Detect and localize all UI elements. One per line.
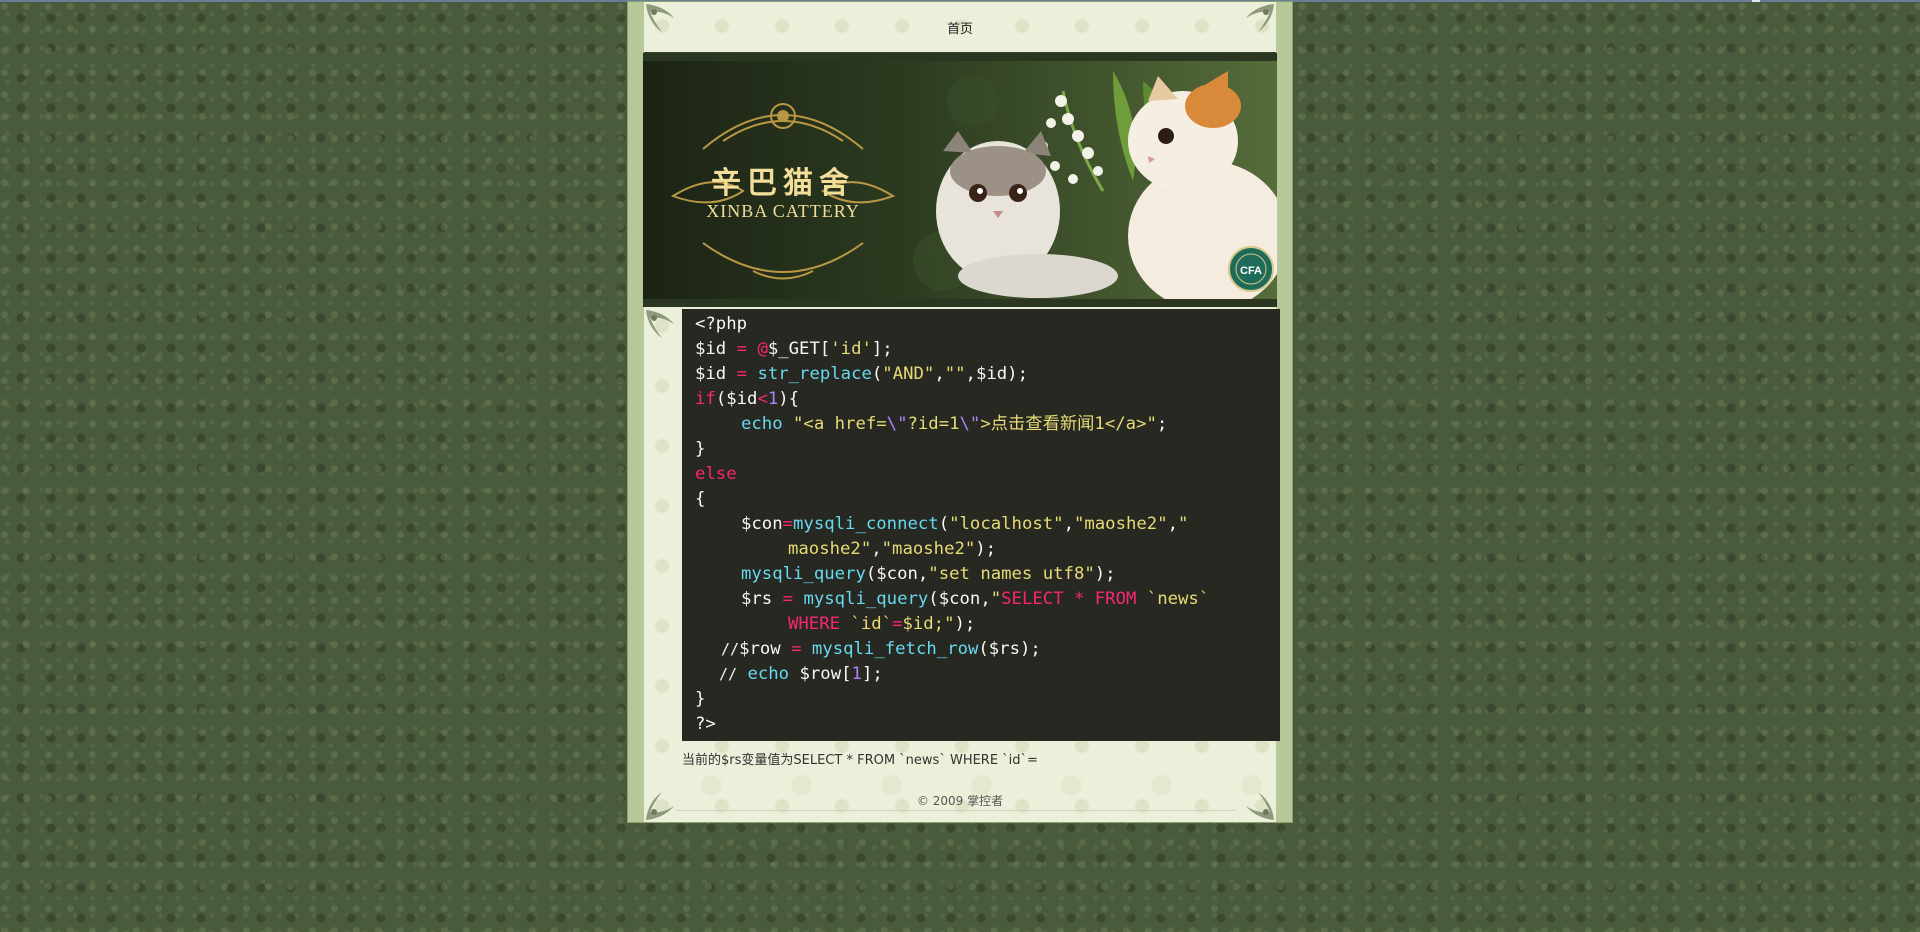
banner-title-en: XINBA CATTERY [706,201,860,221]
code-line: ?> [695,714,716,734]
code-line: if($id<1){ [695,389,800,409]
code-line: WHERE `id`=$id;"); [788,614,976,634]
code-line: else [695,464,737,484]
code-line: { [695,489,706,509]
code-line: $rs = mysqli_query($con,"SELECT * FROM `… [741,589,1210,609]
code-line: maoshe2","maoshe2"); [788,539,997,559]
cattery-banner: CFA 辛巴猫舍 XINBA CATTERY [643,53,1277,307]
code-line: } [695,439,706,459]
footer-divider [676,810,1236,811]
code-line: $id = @$_GET['id']; [695,339,893,359]
code-line: } [695,689,706,709]
code-line: // echo $row[1]; [719,664,883,684]
footer-copyright: © 2009 掌控者 [916,794,1004,808]
code-line: $id = str_replace("AND","",$id); [695,364,1028,384]
cfa-badge-label: CFA [1240,265,1262,277]
php-source-code-block: <?php $id = @$_GET['id']; $id = str_repl… [682,309,1280,741]
top-nav: 首页 [644,2,1276,52]
code-line: mysqli_query($con,"set names utf8"); [741,564,1116,584]
corner-ornament-icon [644,308,678,342]
nav-home-link[interactable]: 首页 [947,18,973,37]
code-line: //$row = mysqli_fetch_row($rs); [721,639,1041,659]
cfa-badge-icon: CFA [1228,246,1274,292]
banner-title-cn: 辛巴猫舍 [711,166,855,201]
code-line: echo "<a href=\"?id=1\">点击查看新闻1</a>"; [741,414,1168,434]
code-line: <?php [695,314,748,334]
query-result-text: 当前的$rs变量值为SELECT * FROM `news` WHERE `id… [682,753,1038,768]
code-line: $con=mysqli_connect("localhost","maoshe2… [741,514,1189,534]
